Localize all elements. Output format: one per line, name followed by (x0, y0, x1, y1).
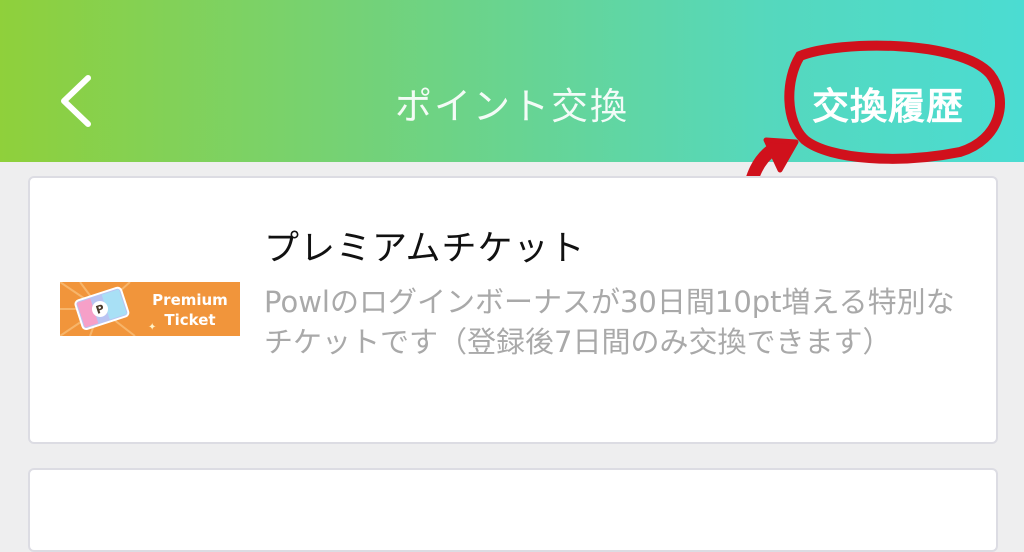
premium-ticket-image: P Premium Ticket ✦ (60, 282, 240, 336)
exchange-history-button[interactable]: 交換履歴 (812, 76, 964, 130)
reward-card-premium-ticket[interactable]: P Premium Ticket ✦ プレミアムチケット Powlのログインボー… (28, 176, 998, 444)
ticket-ticket-text: Ticket (164, 311, 215, 329)
reward-description: Powlのログインボーナスが30日間10pt増える特別なチケットです（登録後7日… (264, 285, 955, 359)
ticket-premium-text: Premium (152, 291, 228, 309)
reward-card-next[interactable] (28, 468, 998, 552)
app-header: ポイント交換 交換履歴 (0, 0, 1024, 162)
reward-title: プレミアムチケット (264, 229, 586, 269)
svg-text:✦: ✦ (148, 322, 156, 333)
